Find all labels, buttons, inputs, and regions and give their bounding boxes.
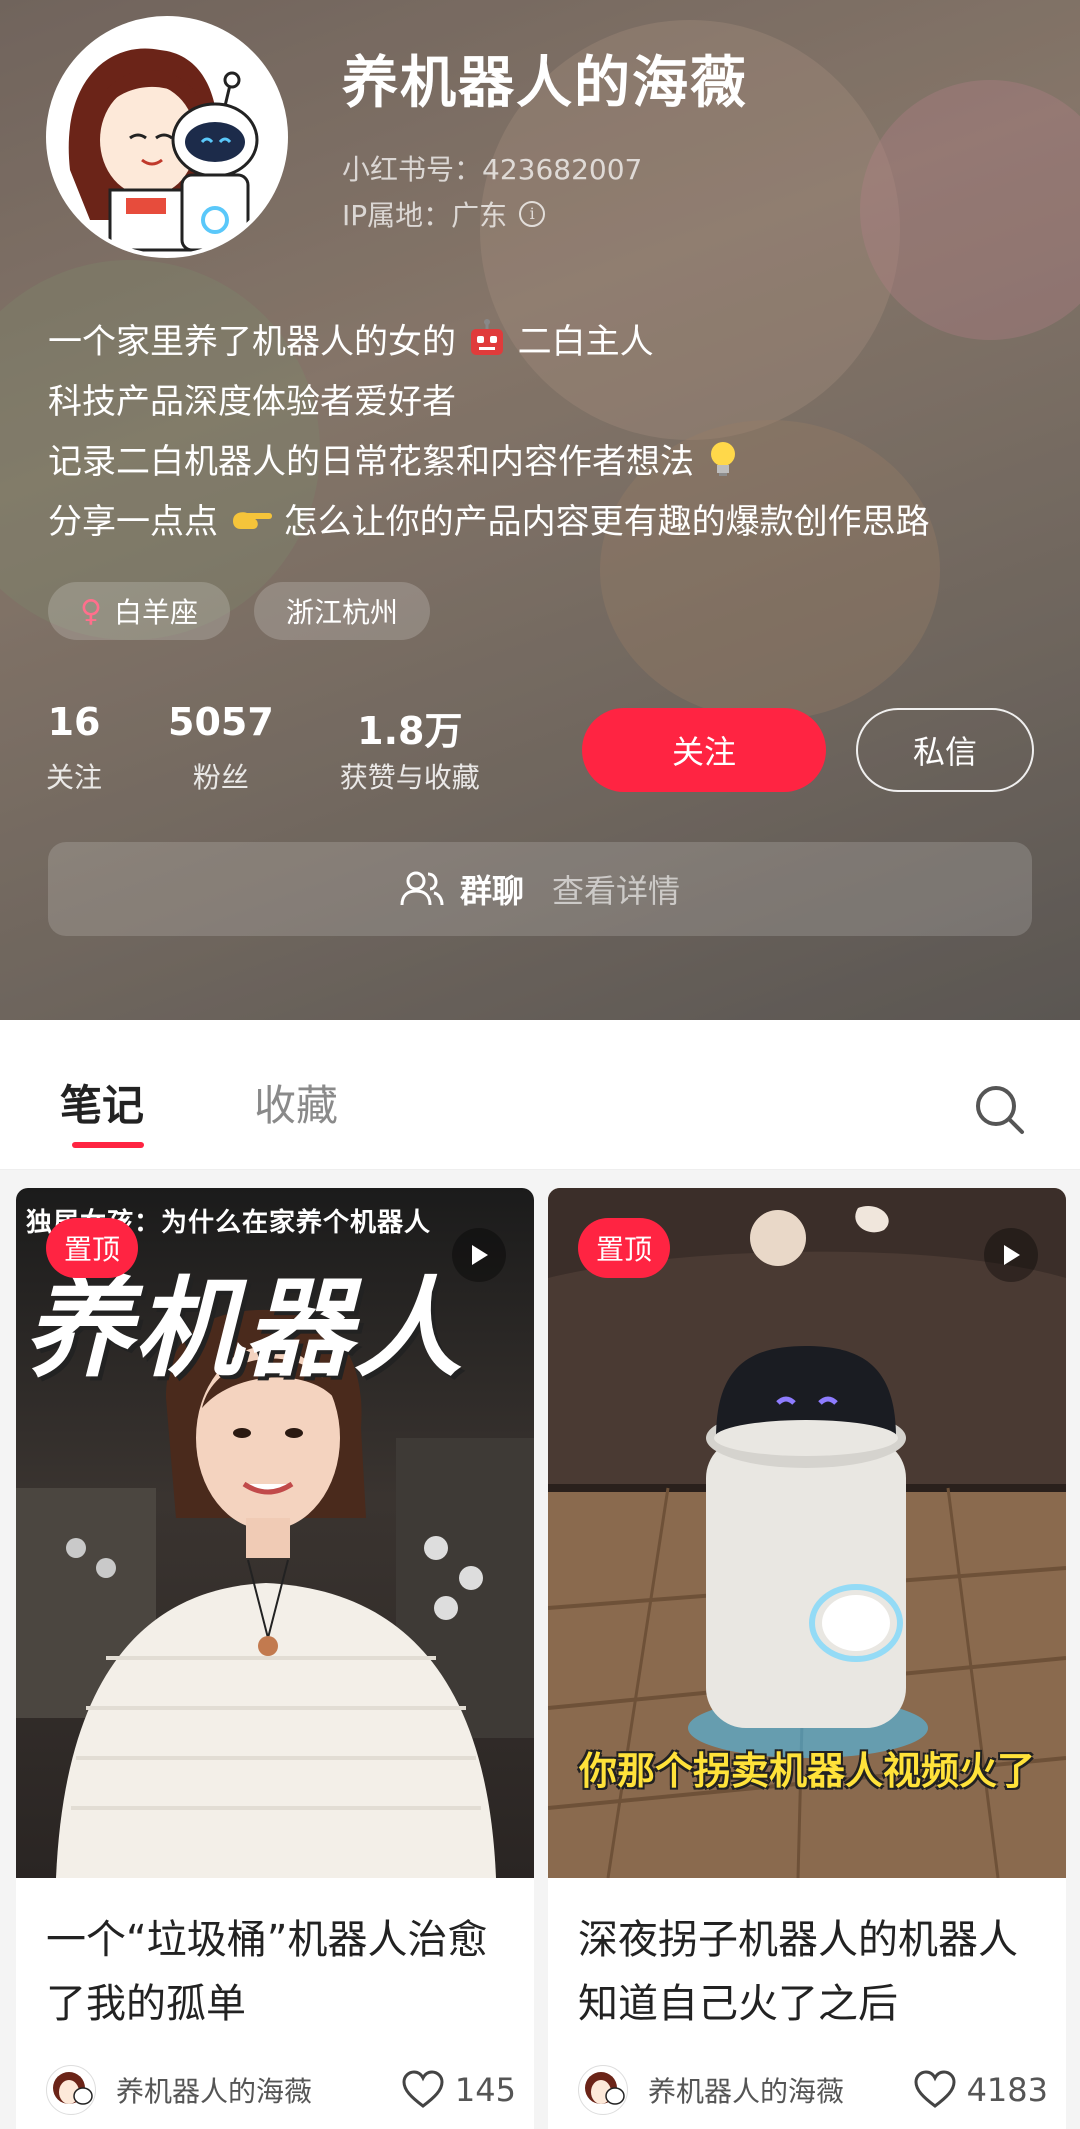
pinned-badge: 置顶 <box>46 1218 139 1278</box>
like-count: 4183 <box>966 2071 1048 2109</box>
notes-feed: 独居女孩：为什么在家养个机器人 养机器人 置顶 一个“垃圾桶”机器人治愈了我的孤… <box>0 1170 1080 2129</box>
author-name[interactable]: 养机器人的海薇 <box>648 2070 913 2110</box>
ip-location-row: IP属地：广东 i <box>342 194 546 234</box>
note-footer: 养机器人的海薇 145 <box>46 2060 516 2120</box>
bio-line: 记录二白机器人的日常花絮和内容作者想法 <box>48 438 1048 498</box>
heart-icon <box>914 2070 956 2108</box>
content-tabs: 笔记 收藏 <box>0 1020 1080 1170</box>
play-icon <box>984 1228 1038 1282</box>
profile-stats: 16 关注 5057 粉丝 1.8万 获赞与收藏 <box>46 700 480 796</box>
profile-nickname: 养机器人的海薇 <box>342 51 748 116</box>
note-footer: 养机器人的海薇 4183 <box>578 2060 1048 2120</box>
bio-text: 记录二白机器人的日常花絮和内容作者想法 <box>48 442 694 482</box>
stat-value: 5057 <box>168 700 274 744</box>
note-card[interactable]: 独居女孩：为什么在家养个机器人 养机器人 置顶 一个“垃圾桶”机器人治愈了我的孤… <box>16 1188 534 2129</box>
avatar-illustration <box>50 20 284 254</box>
stat-likes-collects[interactable]: 1.8万 获赞与收藏 <box>340 700 480 796</box>
note-cover[interactable]: 你那个拐卖机器人视频火了 置顶 <box>548 1188 1066 1878</box>
pinned-badge: 置顶 <box>578 1218 671 1278</box>
stat-followers[interactable]: 5057 粉丝 <box>168 700 274 796</box>
tab-collect[interactable]: 收藏 <box>254 1072 338 1133</box>
author-name[interactable]: 养机器人的海薇 <box>116 2070 401 2110</box>
play-icon <box>452 1228 506 1282</box>
bulb-emoji <box>710 442 735 476</box>
author-avatar[interactable] <box>578 2065 628 2115</box>
ip-location: IP属地：广东 <box>342 199 508 232</box>
note-title[interactable]: 深夜拐子机器人的机器人知道自己火了之后 <box>578 1908 1048 2036</box>
bio-text: 分享一点点 <box>48 502 218 542</box>
stat-value: 1.8万 <box>357 709 463 753</box>
search-icon[interactable] <box>970 1080 1030 1140</box>
follow-button[interactable]: 关注 <box>582 708 826 792</box>
robot-emoji <box>470 319 503 355</box>
profile-tags: ♀ 白羊座 浙江杭州 <box>48 582 431 640</box>
stat-label: 粉丝 <box>192 761 249 794</box>
group-icon <box>400 871 444 906</box>
like-button[interactable]: 145 <box>401 2070 516 2110</box>
group-chat-bar[interactable]: 群聊 查看详情 <box>48 842 1032 936</box>
female-icon: ♀ <box>80 593 102 629</box>
bio-line: 分享一点点 怎么让你的产品内容更有趣的爆款创作思路 <box>48 498 1048 558</box>
stat-label: 关注 <box>46 761 103 794</box>
like-count: 145 <box>454 2071 516 2109</box>
info-icon[interactable]: i <box>519 201 546 227</box>
pointing-hand-emoji <box>232 512 272 529</box>
cover-caption: 你那个拐卖机器人视频火了 <box>578 1749 1035 1793</box>
bio-line: 一个家里养了机器人的女的 二白主人 <box>48 318 1048 378</box>
active-tab-indicator <box>72 1142 144 1148</box>
tab-notes[interactable]: 笔记 <box>60 1072 144 1133</box>
note-cover[interactable]: 独居女孩：为什么在家养个机器人 养机器人 置顶 <box>16 1188 534 1878</box>
red-id: 小红书号：423682007 <box>342 153 643 186</box>
tag-label: 浙江杭州 <box>286 596 399 629</box>
bio-line: 科技产品深度体验者爱好者 <box>48 382 456 422</box>
tag-zodiac[interactable]: ♀ 白羊座 <box>48 582 230 640</box>
tag-label: 白羊座 <box>113 596 198 629</box>
bio-text: 一个家里养了机器人的女的 <box>48 322 456 362</box>
author-avatar[interactable] <box>46 2065 96 2115</box>
bio-text: 二白主人 <box>517 322 654 362</box>
note-title[interactable]: 一个“垃圾桶”机器人治愈了我的孤单 <box>46 1908 516 2036</box>
stat-label: 获赞与收藏 <box>339 761 480 794</box>
tag-location[interactable]: 浙江杭州 <box>254 582 431 640</box>
profile-header: 养机器人的海薇 小红书号：423682007 IP属地：广东 i 一个家里养了机… <box>0 0 1080 1020</box>
heart-icon <box>402 2070 444 2108</box>
group-chat-label: 群聊 <box>459 872 524 910</box>
stat-following[interactable]: 16 关注 <box>46 700 102 796</box>
like-button[interactable]: 4183 <box>913 2070 1048 2110</box>
stat-value: 16 <box>47 700 101 744</box>
group-chat-detail: 查看详情 <box>552 872 681 910</box>
note-card[interactable]: 你那个拐卖机器人视频火了 置顶 深夜拐子机器人的机器人知道自己火了之后 养机器人… <box>548 1188 1066 2129</box>
bio-text: 怎么让你的产品内容更有趣的爆款创作思路 <box>283 502 930 542</box>
avatar[interactable] <box>46 16 288 258</box>
message-button[interactable]: 私信 <box>856 708 1034 792</box>
profile-bio: 一个家里养了机器人的女的 二白主人 科技产品深度体验者爱好者 记录二白机器人的日… <box>48 318 1048 558</box>
